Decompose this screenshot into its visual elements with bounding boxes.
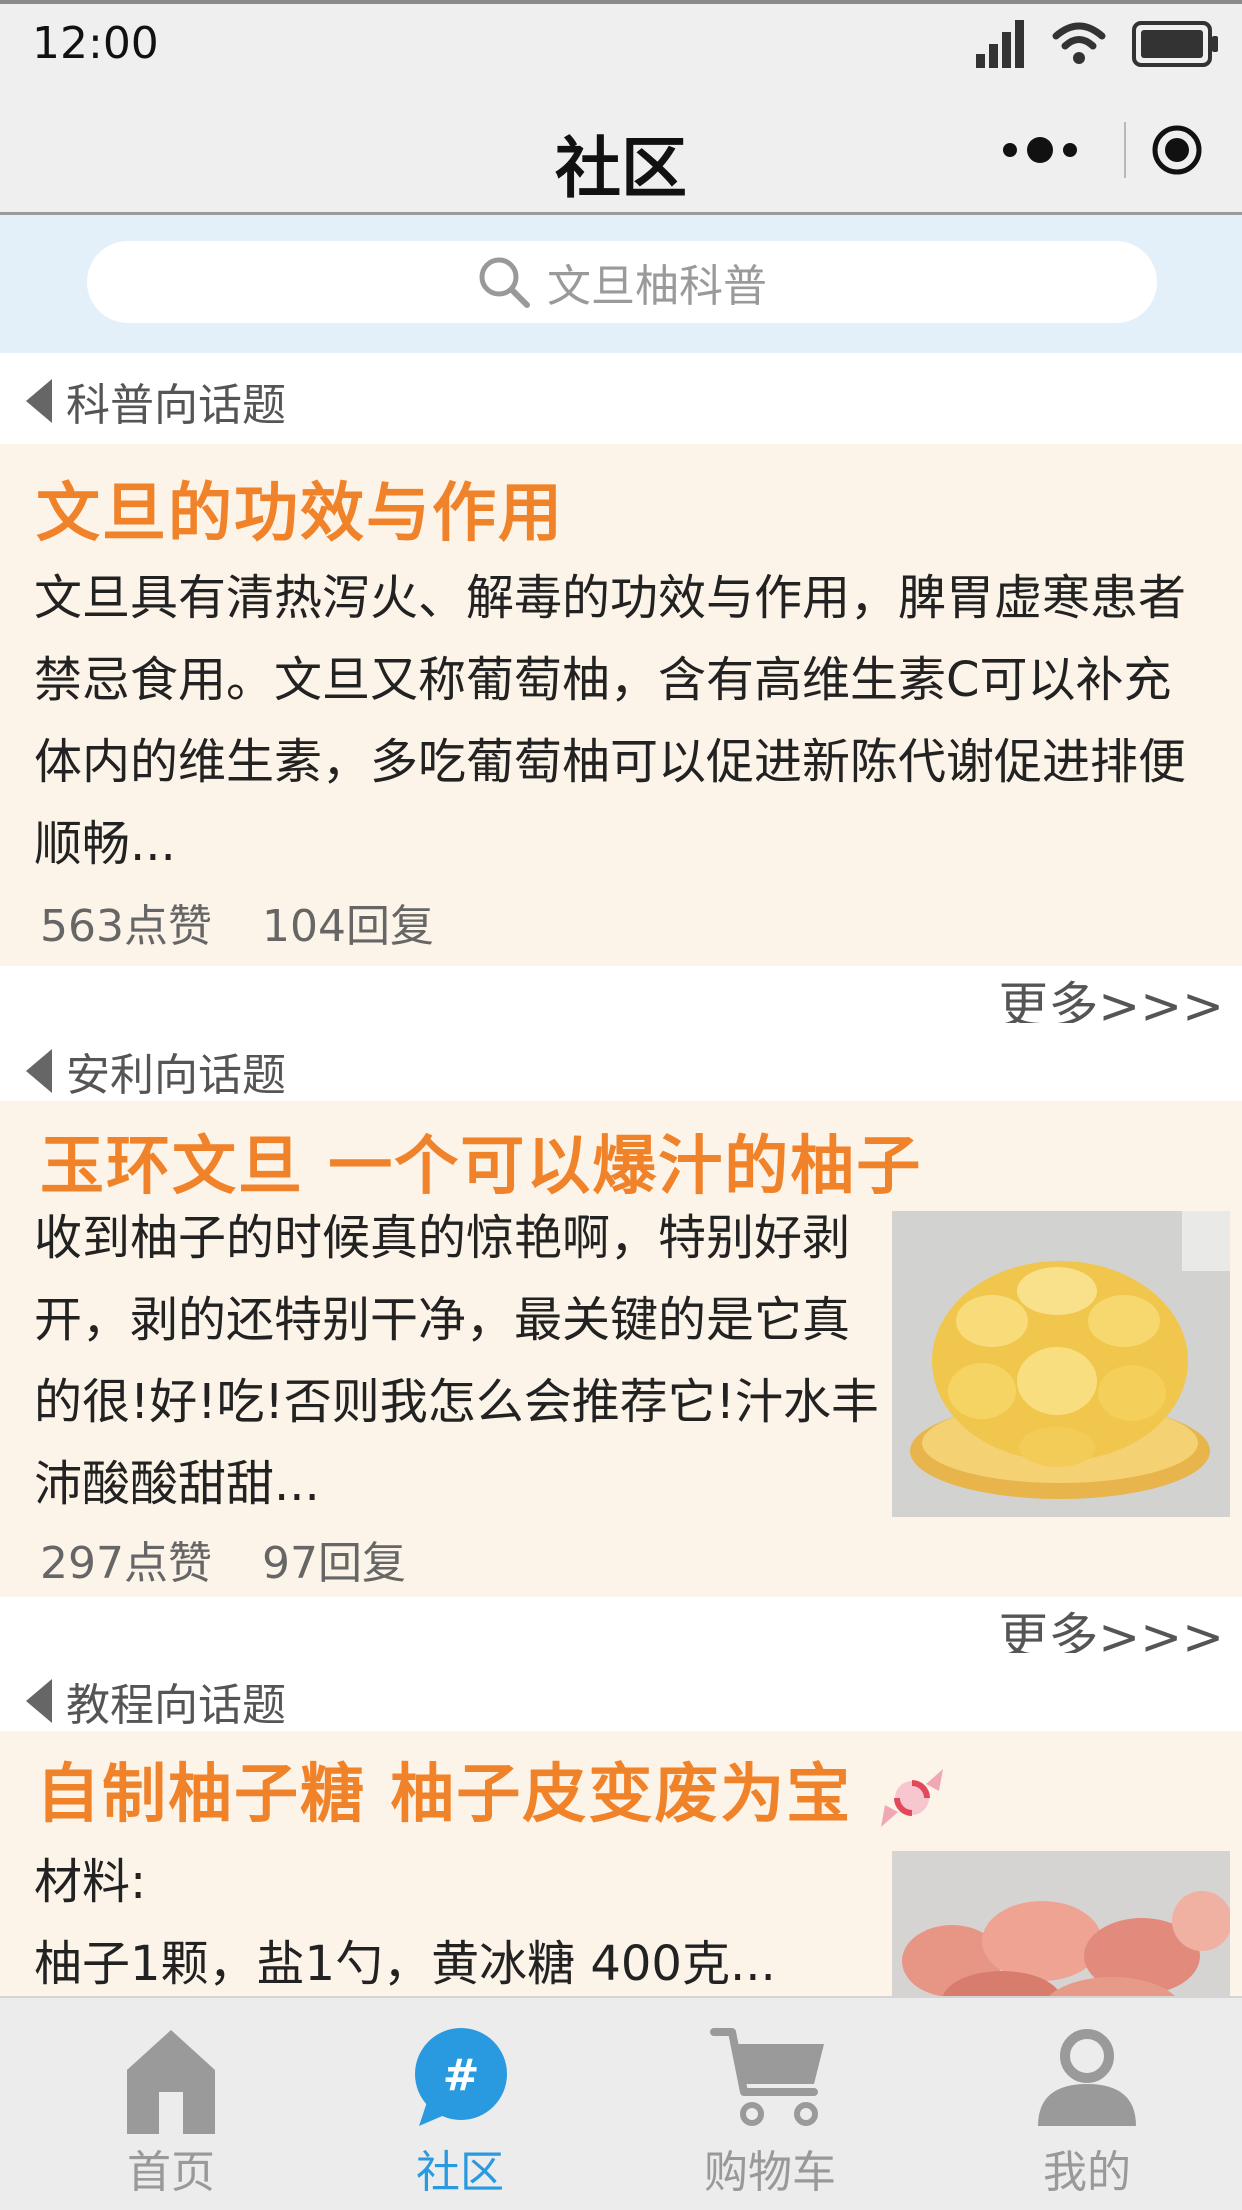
pomelo-photo bbox=[892, 1211, 1230, 1517]
reply-count: 97回复 bbox=[261, 1538, 406, 1589]
reply-count: 104回复 bbox=[261, 901, 434, 952]
section-header-recommend: 安利向话题 bbox=[0, 1023, 1242, 1111]
profile-icon bbox=[1038, 2029, 1136, 2126]
topic-image[interactable] bbox=[892, 1211, 1230, 1517]
capsule-divider bbox=[1124, 122, 1126, 178]
section-header-science: 科普向话题 bbox=[0, 353, 1242, 441]
topic-stats: 563点赞 104回复 bbox=[40, 890, 434, 954]
section-label: 安利向话题 bbox=[66, 1050, 286, 1101]
status-icons bbox=[976, 20, 1220, 68]
candied-peel-photo bbox=[892, 1851, 1230, 1996]
tab-label: 社区 bbox=[416, 2147, 504, 2198]
battery-icon bbox=[1132, 21, 1218, 67]
topic-card[interactable]: 自制柚子糖 柚子皮变废为宝 材料: 柚子1颗，盐1勺，黄冰糖 400克... bbox=[0, 1731, 1242, 1996]
tab-home[interactable]: 首页 bbox=[16, 1998, 326, 2210]
cellular-signal-icon bbox=[976, 20, 1024, 68]
svg-text:#: # bbox=[443, 2050, 480, 2101]
candy-icon bbox=[880, 1769, 943, 1828]
topic-body-line: 材料: bbox=[34, 1854, 147, 1910]
close-mini-program-button[interactable] bbox=[1140, 115, 1214, 185]
more-options-button[interactable] bbox=[990, 115, 1110, 185]
section-arrow-icon bbox=[26, 1049, 52, 1093]
topic-body-line: 柚子1颗，盐1勺，黄冰糖 400克... bbox=[34, 1936, 776, 1992]
section-header-tutorial: 教程向话题 bbox=[0, 1653, 1242, 1741]
search-placeholder: 文旦柚科普 bbox=[547, 261, 767, 312]
home-icon bbox=[127, 2030, 215, 2134]
topic-image[interactable] bbox=[892, 1851, 1230, 1996]
topic-body: 文旦具有清热泻火、解毒的功效与作用，脾胃虚寒患者禁忌食用。文旦又称葡萄柚，含有高… bbox=[34, 570, 1187, 872]
record-close-icon bbox=[1152, 125, 1202, 175]
topic-title[interactable]: 玉环文旦 一个可以爆汁的柚子 bbox=[40, 1115, 922, 1207]
navigation-bar: 社区 bbox=[0, 85, 1242, 215]
topic-card[interactable]: 文旦的功效与作用 文旦具有清热泻火、解毒的功效与作用，脾胃虚寒患者禁忌食用。文旦… bbox=[0, 444, 1242, 966]
bottom-tab-bar: 首页 # 社区 购物车 我的 bbox=[0, 1996, 1242, 2210]
topic-card[interactable]: 玉环文旦 一个可以爆汁的柚子 收到柚子的时候真的惊艳啊，特别好剥开，剥的还特别干… bbox=[0, 1101, 1242, 1597]
status-bar: 12:00 bbox=[0, 0, 1242, 85]
tab-label: 首页 bbox=[127, 2147, 215, 2198]
more-dots-icon bbox=[1003, 137, 1077, 163]
search-area: 文旦柚科普 bbox=[0, 215, 1242, 353]
mini-program-capsule bbox=[990, 115, 1214, 185]
section-arrow-icon bbox=[26, 379, 52, 423]
like-count: 297点赞 bbox=[40, 1538, 212, 1589]
status-time: 12:00 bbox=[32, 18, 159, 69]
topic-body: 收到柚子的时候真的惊艳啊，特别好剥开，剥的还特别干净，最关键的是它真的很!好!吃… bbox=[34, 1210, 879, 1512]
section-arrow-icon bbox=[26, 1679, 52, 1723]
search-input[interactable]: 文旦柚科普 bbox=[87, 241, 1157, 323]
section-label: 科普向话题 bbox=[66, 380, 286, 431]
search-icon bbox=[479, 257, 530, 308]
tab-community[interactable]: # 社区 bbox=[305, 1998, 615, 2210]
topic-title[interactable]: 文旦的功效与作用 bbox=[36, 462, 564, 554]
topic-body: 材料: 柚子1颗，盐1勺，黄冰糖 400克... bbox=[34, 1841, 884, 1996]
topic-title[interactable]: 自制柚子糖 柚子皮变废为宝 bbox=[36, 1743, 947, 1835]
tab-cart[interactable]: 购物车 bbox=[615, 1998, 925, 2210]
topic-stats: 297点赞 97回复 bbox=[40, 1527, 406, 1591]
wifi-icon bbox=[1052, 22, 1106, 64]
topic-title-text: 自制柚子糖 柚子皮变废为宝 bbox=[36, 1758, 853, 1832]
tab-label: 我的 bbox=[1043, 2147, 1131, 2198]
tab-profile[interactable]: 我的 bbox=[932, 1998, 1242, 2210]
cart-icon bbox=[710, 2028, 824, 2126]
tab-label: 购物车 bbox=[704, 2147, 836, 2198]
community-icon: # bbox=[415, 2028, 507, 2126]
like-count: 563点赞 bbox=[40, 901, 212, 952]
section-label: 教程向话题 bbox=[66, 1680, 286, 1731]
